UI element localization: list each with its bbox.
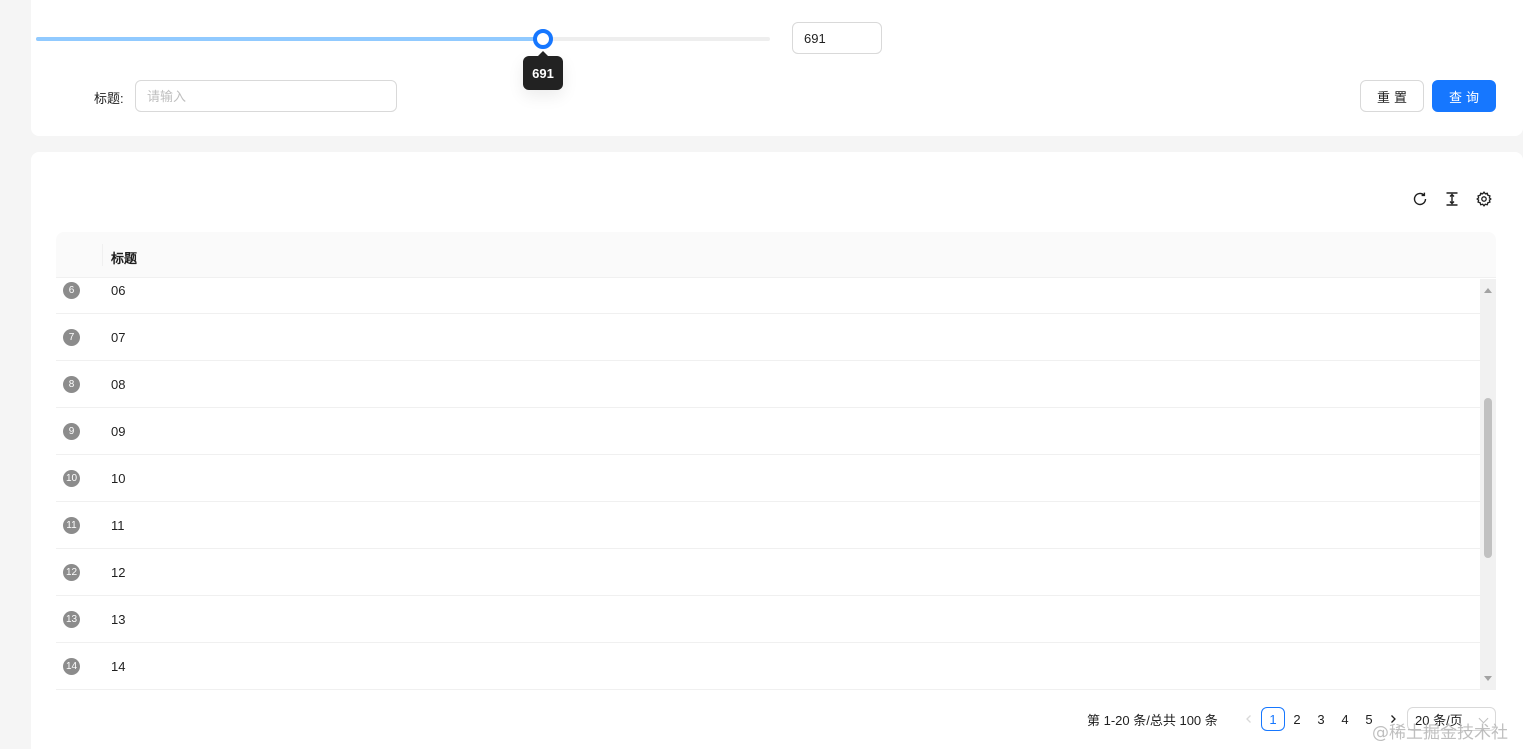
setting-icon[interactable] (1475, 190, 1493, 208)
table-row[interactable]: 7 07 (56, 314, 1480, 361)
table-row[interactable]: 10 10 (56, 455, 1480, 502)
page-item-2[interactable]: 2 (1285, 707, 1309, 731)
row-index-badge: 10 (63, 470, 80, 487)
cell-title: 11 (111, 518, 125, 533)
slider-track (36, 37, 543, 41)
pagination-total: 第 1-20 条/总共 100 条 (1087, 712, 1218, 728)
search-form-card (31, 0, 1523, 136)
row-index-badge: 8 (63, 376, 80, 393)
reset-button[interactable]: 重置 (1360, 80, 1424, 112)
page-item-3[interactable]: 3 (1309, 707, 1333, 731)
row-index-badge: 14 (63, 658, 80, 675)
table-row[interactable]: 8 08 (56, 361, 1480, 408)
cell-title: 08 (111, 377, 126, 392)
watermark: @稀土掘金技术社区 (1372, 723, 1508, 749)
header-divider (102, 244, 103, 266)
page-item-4[interactable]: 4 (1333, 707, 1357, 731)
cell-title: 06 (111, 283, 126, 298)
cell-title: 12 (111, 565, 126, 580)
table-row[interactable]: 11 11 (56, 502, 1480, 549)
row-index-badge: 12 (63, 564, 80, 581)
slider-number-input[interactable] (792, 22, 882, 54)
title-label: 标题: (94, 91, 124, 106)
scrollbar-thumb[interactable] (1484, 398, 1492, 558)
table-scrollbar[interactable] (1480, 279, 1496, 690)
table-row[interactable]: 13 13 (56, 596, 1480, 643)
row-index-badge: 9 (63, 423, 80, 440)
column-header-title[interactable]: 标题 (111, 248, 137, 267)
table-body[interactable]: 6 06 7 07 8 08 9 09 10 10 11 11 12 12 13 13 14 14 (56, 279, 1480, 690)
cell-title: 14 (111, 659, 126, 674)
column-height-icon[interactable] (1443, 190, 1461, 208)
table-header: 标题 (56, 232, 1496, 278)
table-row[interactable]: 9 09 (56, 408, 1480, 455)
cell-title: 13 (111, 612, 126, 627)
table-row[interactable]: 14 14 (56, 643, 1480, 690)
slider-tooltip: 691 (523, 51, 563, 90)
cell-title: 10 (111, 471, 126, 486)
table-row[interactable]: 12 12 (56, 549, 1480, 596)
scroll-up-icon[interactable] (1484, 288, 1492, 293)
cell-title: 09 (111, 424, 126, 439)
table-row[interactable]: 6 06 (56, 279, 1480, 314)
scroll-down-icon[interactable] (1484, 676, 1492, 681)
value-slider[interactable] (36, 29, 770, 49)
row-index-badge: 7 (63, 329, 80, 346)
title-input[interactable] (135, 80, 397, 112)
cell-title: 07 (111, 330, 126, 345)
row-index-badge: 13 (63, 611, 80, 628)
row-index-badge: 11 (63, 517, 80, 534)
row-index-badge: 6 (63, 282, 80, 299)
reload-icon[interactable] (1411, 190, 1429, 208)
search-button[interactable]: 查询 (1432, 80, 1496, 112)
prev-page-icon[interactable] (1237, 707, 1261, 731)
slider-handle[interactable] (533, 29, 553, 49)
page-item-1[interactable]: 1 (1261, 707, 1285, 731)
